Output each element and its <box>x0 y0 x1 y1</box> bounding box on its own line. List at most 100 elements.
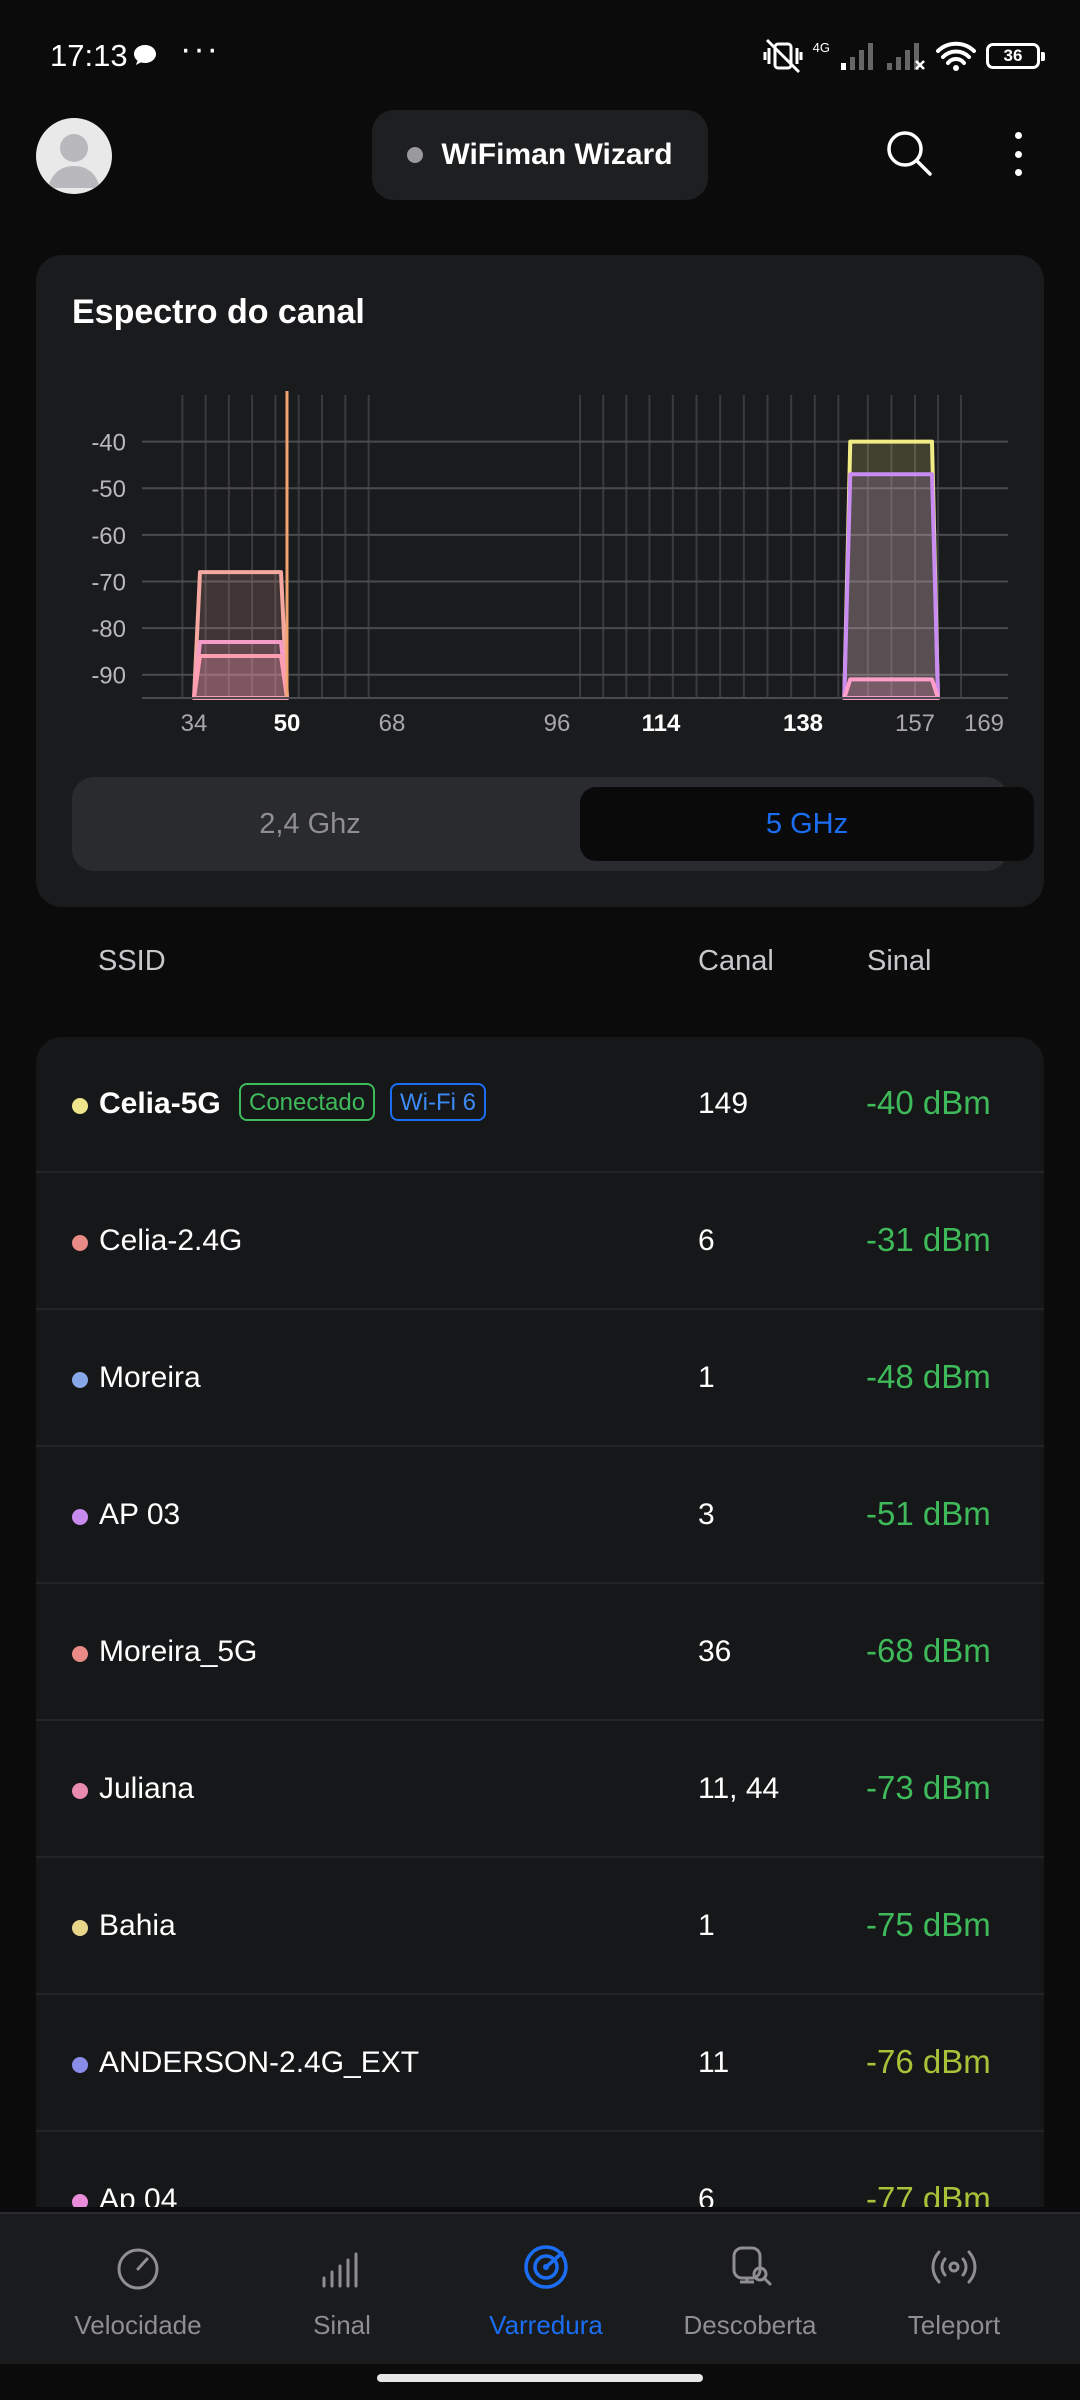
network-row[interactable]: Celia-5G Conectado Wi-Fi 6 149 -40 dBm <box>36 1037 1044 1173</box>
col-channel-header: Canal <box>698 945 774 977</box>
network-ssid: Celia-2.4G <box>99 1224 243 1257</box>
app-header: WiFiman Wizard <box>0 110 1080 210</box>
network-row[interactable]: Bahia 1 -75 dBm <box>36 1859 1044 1995</box>
signal-bars-icon <box>322 2252 358 2288</box>
user-avatar-icon[interactable] <box>36 118 112 194</box>
network-color-dot <box>72 2194 88 2207</box>
network-channel: 1 <box>698 1361 715 1394</box>
network-channel: 3 <box>698 1498 715 1531</box>
radar-icon <box>524 2245 568 2289</box>
network-list-header: SSID Canal Sinal <box>0 925 1080 1000</box>
bottom-nav: Velocidade Sinal Varredura Descoberta Telepo… <box>0 2212 1080 2364</box>
network-row[interactable]: Celia-2.4G 6 -31 dBm <box>36 1174 1044 1310</box>
network-ssid: Celia-5G <box>99 1087 221 1120</box>
network-row[interactable]: ANDERSON-2.4G_EXT 11 -76 dBm <box>36 1996 1044 2132</box>
network-signal: -77 dBm <box>866 2180 991 2207</box>
chat-bubble-icon <box>134 45 156 65</box>
network-color-dot <box>72 1920 88 1936</box>
network-type: 4G <box>812 39 830 55</box>
nav-item-teleport[interactable]: Teleport <box>846 2214 1062 2364</box>
wizard-label: WiFiman Wizard <box>441 138 673 171</box>
network-channel: 36 <box>698 1635 732 1668</box>
wizard-button[interactable]: WiFiman Wizard <box>372 110 708 200</box>
series-band <box>842 677 940 700</box>
x-tick-label: 50 <box>274 710 301 737</box>
network-signal: -68 dBm <box>866 1632 991 1669</box>
series-band <box>192 654 289 700</box>
y-tick-label: -70 <box>91 569 126 596</box>
band-2-4ghz-option[interactable]: 2,4 Ghz <box>82 787 538 861</box>
network-list: Celia-5G Conectado Wi-Fi 6 149 -40 dBm Celia-… <box>36 1037 1044 2207</box>
search-icon[interactable] <box>884 128 934 178</box>
more-dots-icon: ··· <box>180 30 220 68</box>
nav-label: Descoberta <box>683 2310 817 2340</box>
network-signal: -48 dBm <box>866 1358 991 1395</box>
status-bar: 17:13 ··· 4G 36 <box>0 0 1080 110</box>
nav-item-varredura[interactable]: Varredura <box>438 2214 654 2364</box>
network-row[interactable]: AP 03 3 -51 dBm <box>36 1448 1044 1584</box>
vibrate-off-icon <box>763 38 803 74</box>
network-color-dot <box>72 1235 88 1251</box>
x-tick-label: 34 <box>181 710 208 737</box>
network-ssid: Bahia <box>99 1909 176 1942</box>
network-color-dot <box>72 1646 88 1662</box>
network-row[interactable]: Moreira 1 -48 dBm <box>36 1311 1044 1447</box>
nav-item-velocidade[interactable]: Velocidade <box>30 2214 246 2364</box>
network-channel: 149 <box>698 1087 749 1120</box>
nav-label: Teleport <box>907 2310 1001 2340</box>
status-indicators: 4G 36 <box>763 36 1045 76</box>
y-tick-label: -90 <box>91 663 126 690</box>
teleport-icon <box>931 2250 977 2284</box>
band-toggle[interactable]: 2,4 Ghz 5 GHz <box>72 777 1034 871</box>
y-tick-label: -60 <box>91 523 126 550</box>
network-row[interactable]: Ap 04 6 -77 dBm <box>36 2133 1044 2207</box>
signal-icon <box>841 43 873 70</box>
nav-label: Velocidade <box>74 2310 202 2340</box>
network-ssid: ANDERSON-2.4G_EXT <box>99 2046 420 2079</box>
series-band <box>842 472 940 700</box>
network-ssid: Juliana <box>99 1772 195 1805</box>
network-ssid: Ap 04 <box>99 2183 178 2207</box>
network-row[interactable]: Moreira_5G 36 -68 dBm <box>36 1585 1044 1721</box>
network-ssid: Moreira_5G <box>99 1635 258 1668</box>
x-tick-label: 96 <box>544 710 571 737</box>
network-color-dot <box>72 1372 88 1388</box>
network-signal: -51 dBm <box>866 1495 991 1532</box>
wizard-status-dot <box>407 147 424 163</box>
x-tick-label: 157 <box>895 710 935 737</box>
band-5ghz-option[interactable]: 5 GHz <box>580 787 1034 861</box>
network-signal: -76 dBm <box>866 2043 991 2080</box>
nav-item-sinal[interactable]: Sinal <box>234 2214 450 2364</box>
network-channel: 11 <box>698 2046 730 2079</box>
y-tick-label: -40 <box>91 430 126 457</box>
spectrum-chart: -40 -50 -60 -70 -80 -90 34 50 68 96 114 138 157 169 <box>91 391 1008 737</box>
y-tick-label: -80 <box>91 616 126 643</box>
signal-empty-icon <box>887 43 925 70</box>
network-signal: -31 dBm <box>866 1221 991 1258</box>
network-color-dot <box>72 2057 88 2073</box>
network-ssid: AP 03 <box>99 1498 181 1531</box>
x-tick-label: 169 <box>964 710 1004 737</box>
network-color-dot <box>72 1509 88 1525</box>
network-row[interactable]: Juliana 11, 44 -73 dBm <box>36 1722 1044 1858</box>
battery-icon: 36 <box>986 43 1045 69</box>
network-channel: 6 <box>698 2183 715 2207</box>
more-vertical-icon[interactable] <box>1000 126 1036 182</box>
col-signal-header: Sinal <box>867 945 932 977</box>
network-signal: -75 dBm <box>866 1906 991 1943</box>
network-channel: 1 <box>698 1909 715 1942</box>
wifi-icon <box>936 41 976 71</box>
discovery-icon <box>732 2246 772 2286</box>
nav-label: Sinal <box>313 2310 371 2340</box>
home-indicator[interactable] <box>377 2374 703 2382</box>
network-channel: 11, 44 <box>698 1772 780 1805</box>
network-color-dot <box>72 1783 88 1799</box>
network-color-dot <box>72 1098 88 1114</box>
col-ssid-header: SSID <box>98 945 166 977</box>
x-tick-label: 138 <box>783 710 823 737</box>
nav-item-descoberta[interactable]: Descoberta <box>642 2214 858 2364</box>
network-ssid: Moreira <box>99 1361 201 1394</box>
wifi6-badge: Wi-Fi 6 <box>390 1083 486 1121</box>
connected-badge: Conectado <box>239 1083 376 1121</box>
x-tick-label: 68 <box>379 710 406 737</box>
